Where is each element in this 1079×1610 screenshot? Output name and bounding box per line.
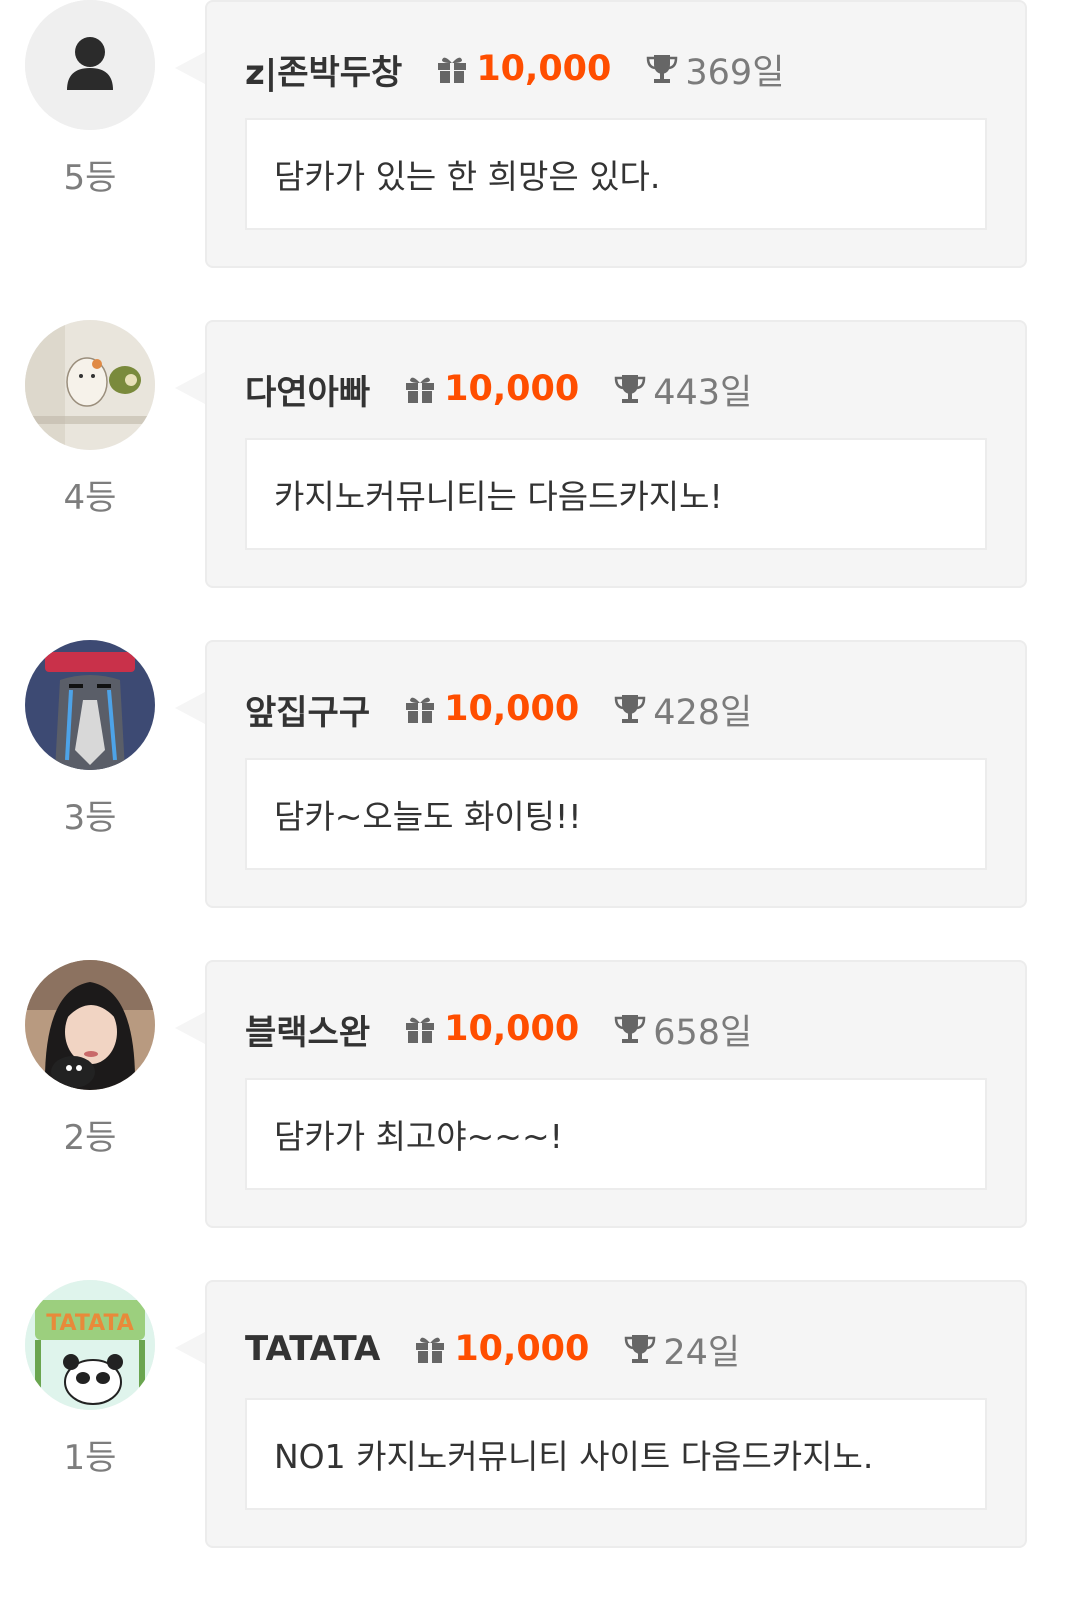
days-group: 369일 xyxy=(645,44,784,95)
points-value: 10,000 xyxy=(444,689,580,729)
days-value: 369일 xyxy=(685,52,785,93)
avatar-column: 5등 xyxy=(25,0,155,199)
points-group: 10,000 xyxy=(404,1009,579,1049)
message-text: 카지노커뮤니티는 다음드카지노! xyxy=(274,477,723,516)
comment-card: z|존박두창 10,000 369일 담카가 있는 한 희망은 있다. xyxy=(175,0,1027,268)
nickname[interactable]: 다연아빠 xyxy=(245,365,370,414)
days-group: 24일 xyxy=(623,1324,740,1375)
nickname[interactable]: 블랙스완 xyxy=(245,1005,370,1054)
comment-card: 앞집구구 10,000 428일 담카~오늘도 화이팅!! xyxy=(175,640,1027,908)
avatar[interactable] xyxy=(25,640,155,770)
trophy-icon xyxy=(614,375,646,403)
days-value: 24일 xyxy=(663,1332,741,1373)
points-value: 10,000 xyxy=(444,369,580,409)
avatar[interactable] xyxy=(25,0,155,130)
days-value: 443일 xyxy=(653,372,753,413)
message-box: 담카가 있는 한 희망은 있다. xyxy=(245,118,987,230)
nickname[interactable]: TATATA xyxy=(245,1329,380,1369)
trophy-icon xyxy=(647,55,678,83)
days-value: 428일 xyxy=(653,692,753,733)
avatar-column: 3등 xyxy=(25,640,155,839)
avatar-column: 2등 xyxy=(25,960,155,1159)
message-box: 담카가 최고야~~~! xyxy=(245,1078,987,1190)
avatar[interactable] xyxy=(25,320,155,450)
rank-label: 1등 xyxy=(63,1438,117,1478)
avatar-image xyxy=(25,640,155,770)
comment-card: TATATA 10,000 24일 NO1 카지노커뮤니티 사이트 다음드카지노… xyxy=(175,1280,1027,1548)
gift-icon xyxy=(406,1017,435,1043)
comment-card: 다연아빠 10,000 443일 카지노커뮤니티는 다음드카지노! xyxy=(175,320,1027,588)
trophy-icon xyxy=(625,1335,656,1363)
comment-meta: 앞집구구 10,000 428일 xyxy=(245,684,752,735)
ranking-entry: 5등 z|존박두창 10,000 369일 담카가 있는 한 희망은 있다. xyxy=(0,0,1079,270)
gift-icon xyxy=(406,697,435,723)
message-text: 담카가 있는 한 희망은 있다. xyxy=(274,157,661,196)
nickname[interactable]: z|존박두창 xyxy=(245,45,402,94)
ranking-entry: 2등 블랙스완 10,000 658일 담카가 최고야~~~! xyxy=(0,960,1079,1230)
gift-icon xyxy=(406,377,435,403)
nickname[interactable]: 앞집구구 xyxy=(245,685,370,734)
points-group: 10,000 xyxy=(404,369,579,409)
avatar[interactable] xyxy=(25,960,155,1090)
user-icon xyxy=(25,0,155,130)
gift-icon xyxy=(416,1337,445,1363)
message-text: 담카~오늘도 화이팅!! xyxy=(274,797,582,836)
avatar-image xyxy=(25,320,155,450)
gift-icon xyxy=(438,57,467,83)
rank-label: 2등 xyxy=(63,1118,117,1158)
points-value: 10,000 xyxy=(476,49,612,89)
avatar-image: TATATA xyxy=(25,1280,155,1410)
comment-card: 블랙스완 10,000 658일 담카가 최고야~~~! xyxy=(175,960,1027,1228)
points-group: 10,000 xyxy=(414,1329,589,1369)
message-box: 담카~오늘도 화이팅!! xyxy=(245,758,987,870)
avatar[interactable]: TATATA xyxy=(25,1280,155,1410)
avatar-column: 4등 xyxy=(25,320,155,519)
days-value: 658일 xyxy=(653,1012,753,1053)
avatar-column: TATATA 1등 xyxy=(25,1280,155,1479)
points-group: 10,000 xyxy=(404,689,579,729)
ranking-entry: TATATA 1등 TATATA 10,000 24일 NO1 카지노커뮤니티 … xyxy=(0,1280,1079,1550)
points-group: 10,000 xyxy=(436,49,611,89)
comment-meta: 블랙스완 10,000 658일 xyxy=(245,1004,752,1055)
ranking-entry: 4등 다연아빠 10,000 443일 카지노커뮤니티는 다음드카지노! xyxy=(0,320,1079,590)
comment-meta: 다연아빠 10,000 443일 xyxy=(245,364,752,415)
points-value: 10,000 xyxy=(444,1009,580,1049)
comment-meta: z|존박두창 10,000 369일 xyxy=(245,44,784,95)
rank-label: 3등 xyxy=(63,798,117,838)
message-box: 카지노커뮤니티는 다음드카지노! xyxy=(245,438,987,550)
days-group: 428일 xyxy=(613,684,752,735)
comment-meta: TATATA 10,000 24일 xyxy=(245,1324,740,1375)
message-text: NO1 카지노커뮤니티 사이트 다음드카지노. xyxy=(274,1437,874,1476)
svg-text:TATATA: TATATA xyxy=(46,1311,134,1336)
ranking-list: 5등 z|존박두창 10,000 369일 담카가 있는 한 희망은 있다. 4… xyxy=(0,0,1079,1610)
trophy-icon xyxy=(614,695,646,723)
days-group: 658일 xyxy=(613,1004,752,1055)
avatar-image xyxy=(25,960,155,1090)
rank-label: 5등 xyxy=(63,158,117,198)
days-group: 443일 xyxy=(613,364,752,415)
points-value: 10,000 xyxy=(454,1329,590,1369)
message-text: 담카가 최고야~~~! xyxy=(274,1117,563,1156)
message-box: NO1 카지노커뮤니티 사이트 다음드카지노. xyxy=(245,1398,987,1510)
rank-label: 4등 xyxy=(63,478,117,518)
ranking-entry: 3등 앞집구구 10,000 428일 담카~오늘도 화이팅!! xyxy=(0,640,1079,910)
trophy-icon xyxy=(614,1015,646,1043)
